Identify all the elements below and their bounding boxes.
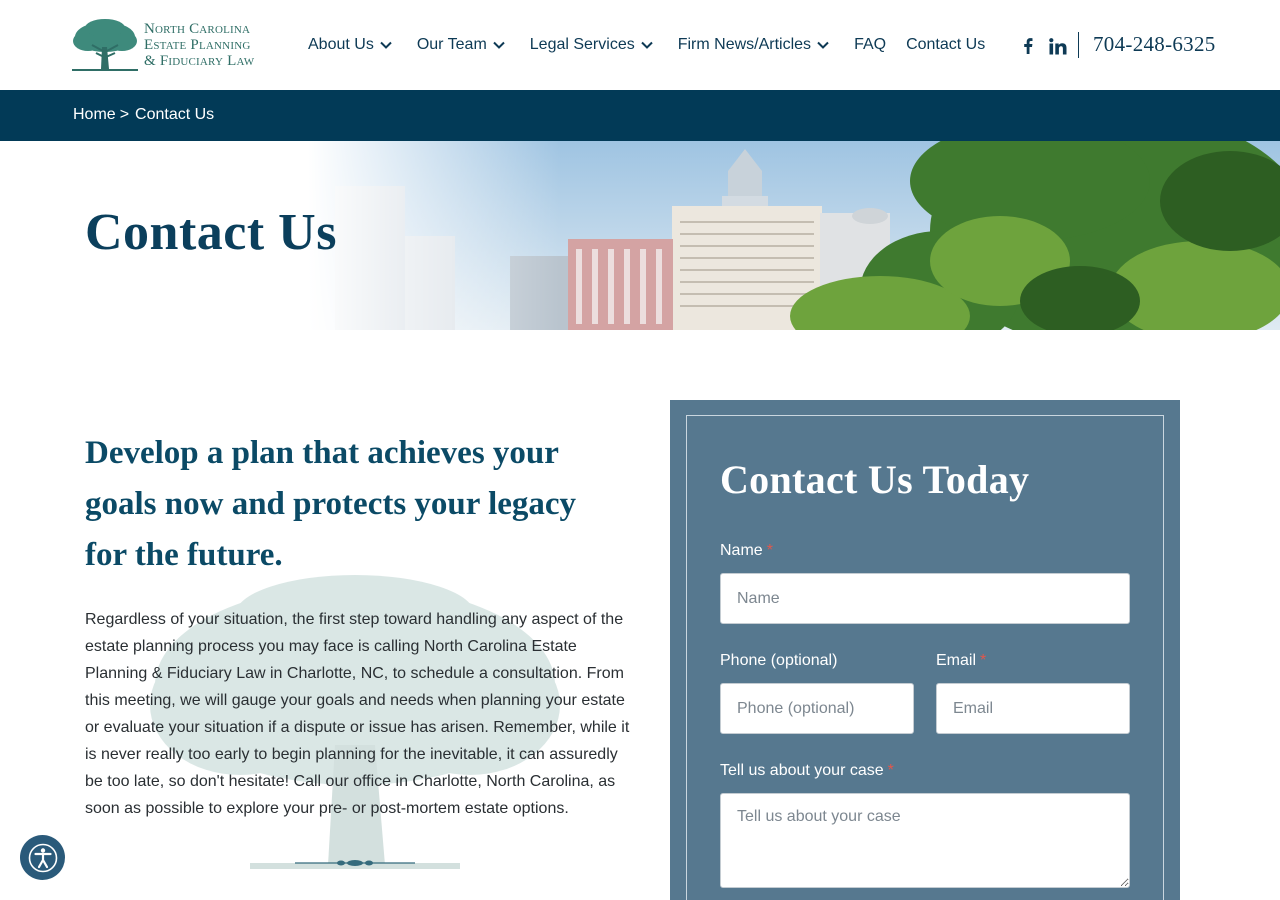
phone-label: Phone (optional) [720,652,837,670]
chevron-down-icon [380,41,392,49]
nav-our-team[interactable]: Our Team [417,36,506,54]
nav-contact-us[interactable]: Contact Us [906,36,985,54]
linkedin-link[interactable] [1048,36,1068,56]
facebook-link[interactable] [1018,36,1038,56]
contact-form-card: Contact Us Today Name* Phone (optional) … [670,400,1180,900]
intro-body: Regardless of your situation, the first … [85,611,630,817]
accessibility-icon [28,843,57,872]
logo-wordmark: North Carolina Estate Planning & Fiducia… [144,21,254,69]
breadcrumb-separator: > [119,106,130,123]
case-label-text: Tell us about your case [720,762,884,779]
ornament-divider [295,860,415,866]
nav-label: About Us [308,36,374,53]
name-input[interactable] [720,573,1130,624]
nav-about-us[interactable]: About Us [308,36,393,54]
phone-input[interactable] [720,683,914,734]
form-title: Contact Us Today [720,457,1030,502]
breadcrumb-current: Contact Us [135,106,215,123]
nav-firm-news[interactable]: Firm News/Articles [678,36,830,54]
email-input[interactable] [936,683,1130,734]
nav-label: Legal Services [529,36,635,53]
nav-legal-services[interactable]: Legal Services [530,36,654,54]
page-title: Contact Us [85,204,337,261]
email-label-text: Email [936,652,977,669]
main-nav: About Us Our Team Legal Services Firm Ne… [308,33,985,57]
name-label-text: Name [720,542,763,559]
required-mark: * [766,542,773,559]
phone-label-text: Phone (optional) [720,652,838,669]
nav-label: Firm News/Articles [677,36,812,53]
intro-heading: Develop a plan that achieves your goals … [85,435,577,573]
chevron-down-icon [641,41,653,49]
accessibility-button[interactable] [20,835,65,880]
case-textarea[interactable] [720,793,1130,888]
nav-faq[interactable]: FAQ [854,36,886,54]
site-header: North Carolina Estate Planning & Fiducia… [0,0,1280,90]
logo-line-2: Estate Planning [144,37,251,53]
chevron-down-icon [817,41,829,49]
nav-label: Our Team [416,36,487,53]
breadcrumb-bar: Home > Contact Us [0,90,1280,141]
facebook-icon [1024,38,1033,54]
phone-link[interactable]: 704-248-6325 [1093,32,1216,57]
required-mark: * [887,762,894,779]
site-logo[interactable]: North Carolina Estate Planning & Fiducia… [70,16,270,74]
case-label: Tell us about your case * [720,762,894,780]
hero-banner: Contact Us [0,141,1280,330]
social-links [1018,36,1078,56]
breadcrumb-home[interactable]: Home [73,106,116,124]
nav-label: Contact Us [906,36,986,53]
logo-line-3: & Fiduciary Law [144,53,255,69]
email-label: Email * [936,652,986,670]
name-label: Name * [720,542,773,560]
breadcrumb: Home > Contact Us [73,106,214,124]
oak-tree-icon [72,19,138,71]
required-mark: * [980,652,987,669]
nav-label: FAQ [854,36,887,53]
linkedin-icon [1049,37,1067,54]
phone-divider [1078,32,1079,58]
logo-line-1: North Carolina [144,21,251,37]
chevron-down-icon [493,41,505,49]
